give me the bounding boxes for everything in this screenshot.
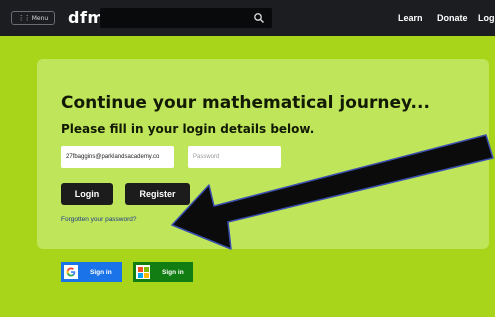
annotation-arrow-icon [171,134,494,250]
